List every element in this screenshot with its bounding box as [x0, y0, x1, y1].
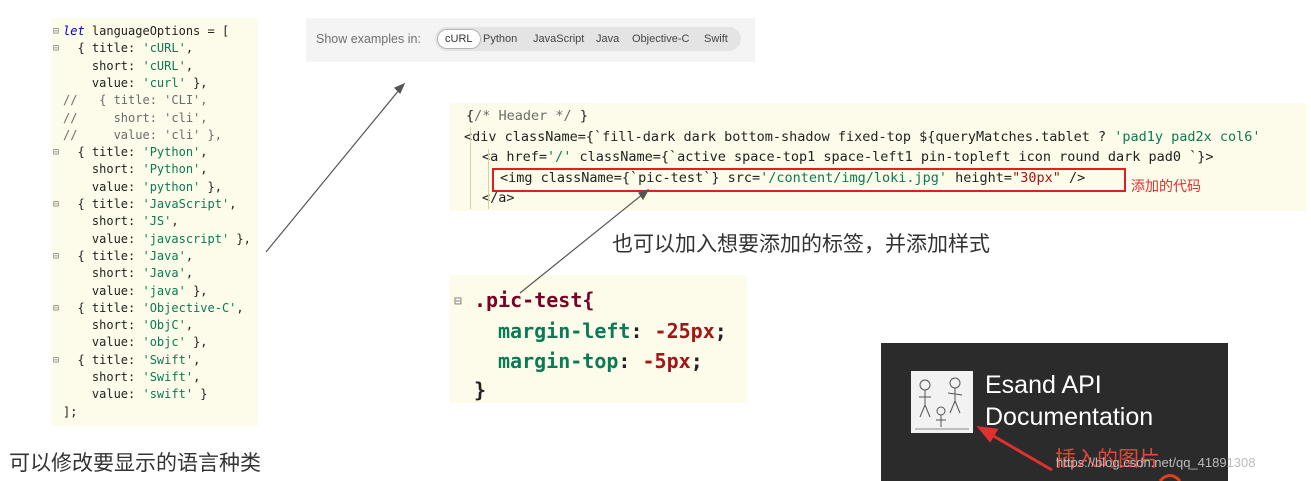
arrow-to-img-tag — [519, 189, 649, 294]
arrow-to-logo — [976, 426, 1053, 472]
arrow-to-examples — [265, 83, 405, 253]
annotation-arrows — [265, 82, 1182, 481]
